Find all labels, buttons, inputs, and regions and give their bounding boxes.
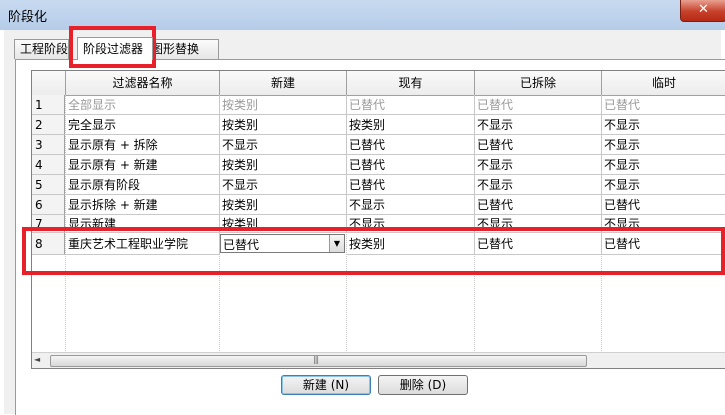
grip-icon: ||| — [313, 355, 319, 364]
cell-temporary[interactable]: 已替代 — [602, 195, 725, 215]
row-number[interactable]: 1 — [32, 95, 65, 115]
grid-line — [474, 95, 475, 353]
cell-filter-name[interactable]: 完全显示 — [66, 115, 220, 135]
column-header-demolished[interactable]: 已拆除 — [475, 71, 602, 95]
table-header: 过滤器名称 新建 现有 已拆除 临时 — [32, 71, 725, 96]
cell-demolished[interactable]: 不显示 — [475, 215, 602, 233]
scroll-left-icon[interactable]: ◄ — [34, 355, 40, 364]
new-phase-combobox[interactable]: 已替代 ▼ — [220, 234, 345, 253]
column-header-new[interactable]: 新建 — [220, 71, 347, 95]
row-number[interactable]: 4 — [32, 155, 65, 175]
row-number[interactable]: 8 — [32, 233, 65, 255]
grid-line — [346, 95, 347, 353]
row-number[interactable]: 6 — [32, 195, 65, 215]
cell-temporary[interactable]: 已替代 — [602, 233, 725, 255]
tab-project-phases[interactable]: 工程阶段 — [14, 39, 69, 59]
cell-existing[interactable]: 按类别 — [347, 115, 475, 135]
column-header-temporary[interactable]: 临时 — [602, 71, 725, 95]
cell-filter-name[interactable]: 显示原有 + 拆除 — [66, 135, 220, 155]
cell-demolished[interactable]: 不显示 — [475, 115, 602, 135]
cell-existing[interactable]: 已替代 — [347, 135, 475, 155]
row-number[interactable]: 2 — [32, 115, 65, 135]
column-header-existing[interactable]: 现有 — [347, 71, 475, 95]
combobox-value: 已替代 — [223, 238, 260, 252]
cell-existing[interactable]: 不显示 — [347, 215, 475, 233]
cell-filter-name[interactable]: 全部显示 — [66, 95, 220, 115]
cell-existing[interactable]: 已替代 — [347, 175, 475, 195]
grid-line — [219, 95, 220, 353]
cell-demolished[interactable]: 已替代 — [475, 195, 602, 215]
cell-new[interactable]: 不显示 — [220, 175, 347, 195]
cell-temporary[interactable]: 不显示 — [602, 215, 725, 233]
cell-filter-name[interactable]: 重庆艺术工程职业学院 — [66, 233, 220, 255]
row-number[interactable]: 3 — [32, 135, 65, 155]
row-number[interactable]: 7 — [32, 215, 65, 233]
phase-filter-table: 过滤器名称 新建 现有 已拆除 临时 1 全部显示 按类别 已替代 已替代 已替代 2 完全显… — [31, 70, 725, 369]
tab-graphic-overrides[interactable]: 图形替换 — [145, 39, 219, 59]
close-button[interactable]: ✕ — [680, 0, 725, 22]
cell-temporary[interactable]: 不显示 — [602, 115, 725, 135]
grid-line — [601, 95, 602, 353]
cell-existing[interactable]: 已替代 — [347, 155, 475, 175]
cell-temporary[interactable]: 不显示 — [602, 175, 725, 195]
cell-filter-name[interactable]: 显示原有 + 新建 — [66, 155, 220, 175]
cell-new[interactable]: 按类别 — [220, 115, 347, 135]
grid-line — [65, 95, 66, 353]
new-filter-button[interactable]: 新建 (N) — [281, 375, 371, 395]
cell-filter-name[interactable]: 显示新建 — [66, 215, 220, 233]
cell-demolished[interactable]: 不显示 — [475, 155, 602, 175]
cell-existing[interactable]: 按类别 — [347, 233, 475, 255]
cell-demolished[interactable]: 已替代 — [475, 135, 602, 155]
chevron-down-icon[interactable]: ▼ — [329, 235, 344, 252]
cell-filter-name[interactable]: 显示原有阶段 — [66, 175, 220, 195]
cell-temporary[interactable]: 不显示 — [602, 155, 725, 175]
cell-demolished[interactable]: 已替代 — [475, 233, 602, 255]
row-number[interactable]: 5 — [32, 175, 65, 195]
cell-existing[interactable]: 已替代 — [347, 95, 475, 115]
horizontal-scrollbar[interactable]: ◄ ||| — [32, 352, 725, 368]
cell-new[interactable]: 按类别 — [220, 195, 347, 215]
cell-demolished[interactable]: 不显示 — [475, 175, 602, 195]
cell-new[interactable]: 按类别 — [220, 215, 347, 233]
row-number-header — [32, 71, 66, 95]
cell-new[interactable]: 不显示 — [220, 135, 347, 155]
tab-phase-filters[interactable]: 阶段过滤器 — [77, 37, 153, 60]
window-titlebar: 阶段化 — [0, 0, 725, 30]
column-header-filter-name[interactable]: 过滤器名称 — [66, 71, 220, 95]
cell-temporary[interactable]: 已替代 — [602, 95, 725, 115]
cell-temporary[interactable]: 不显示 — [602, 135, 725, 155]
cell-filter-name[interactable]: 显示拆除 + 新建 — [66, 195, 220, 215]
cell-new[interactable]: 按类别 — [220, 95, 347, 115]
cell-existing[interactable]: 不显示 — [347, 195, 475, 215]
cell-new[interactable]: 按类别 — [220, 155, 347, 175]
window-title: 阶段化 — [8, 10, 48, 25]
cell-demolished[interactable]: 已替代 — [475, 95, 602, 115]
delete-filter-button[interactable]: 删除 (D) — [378, 375, 468, 395]
scrollbar-thumb[interactable]: ||| — [50, 355, 587, 367]
